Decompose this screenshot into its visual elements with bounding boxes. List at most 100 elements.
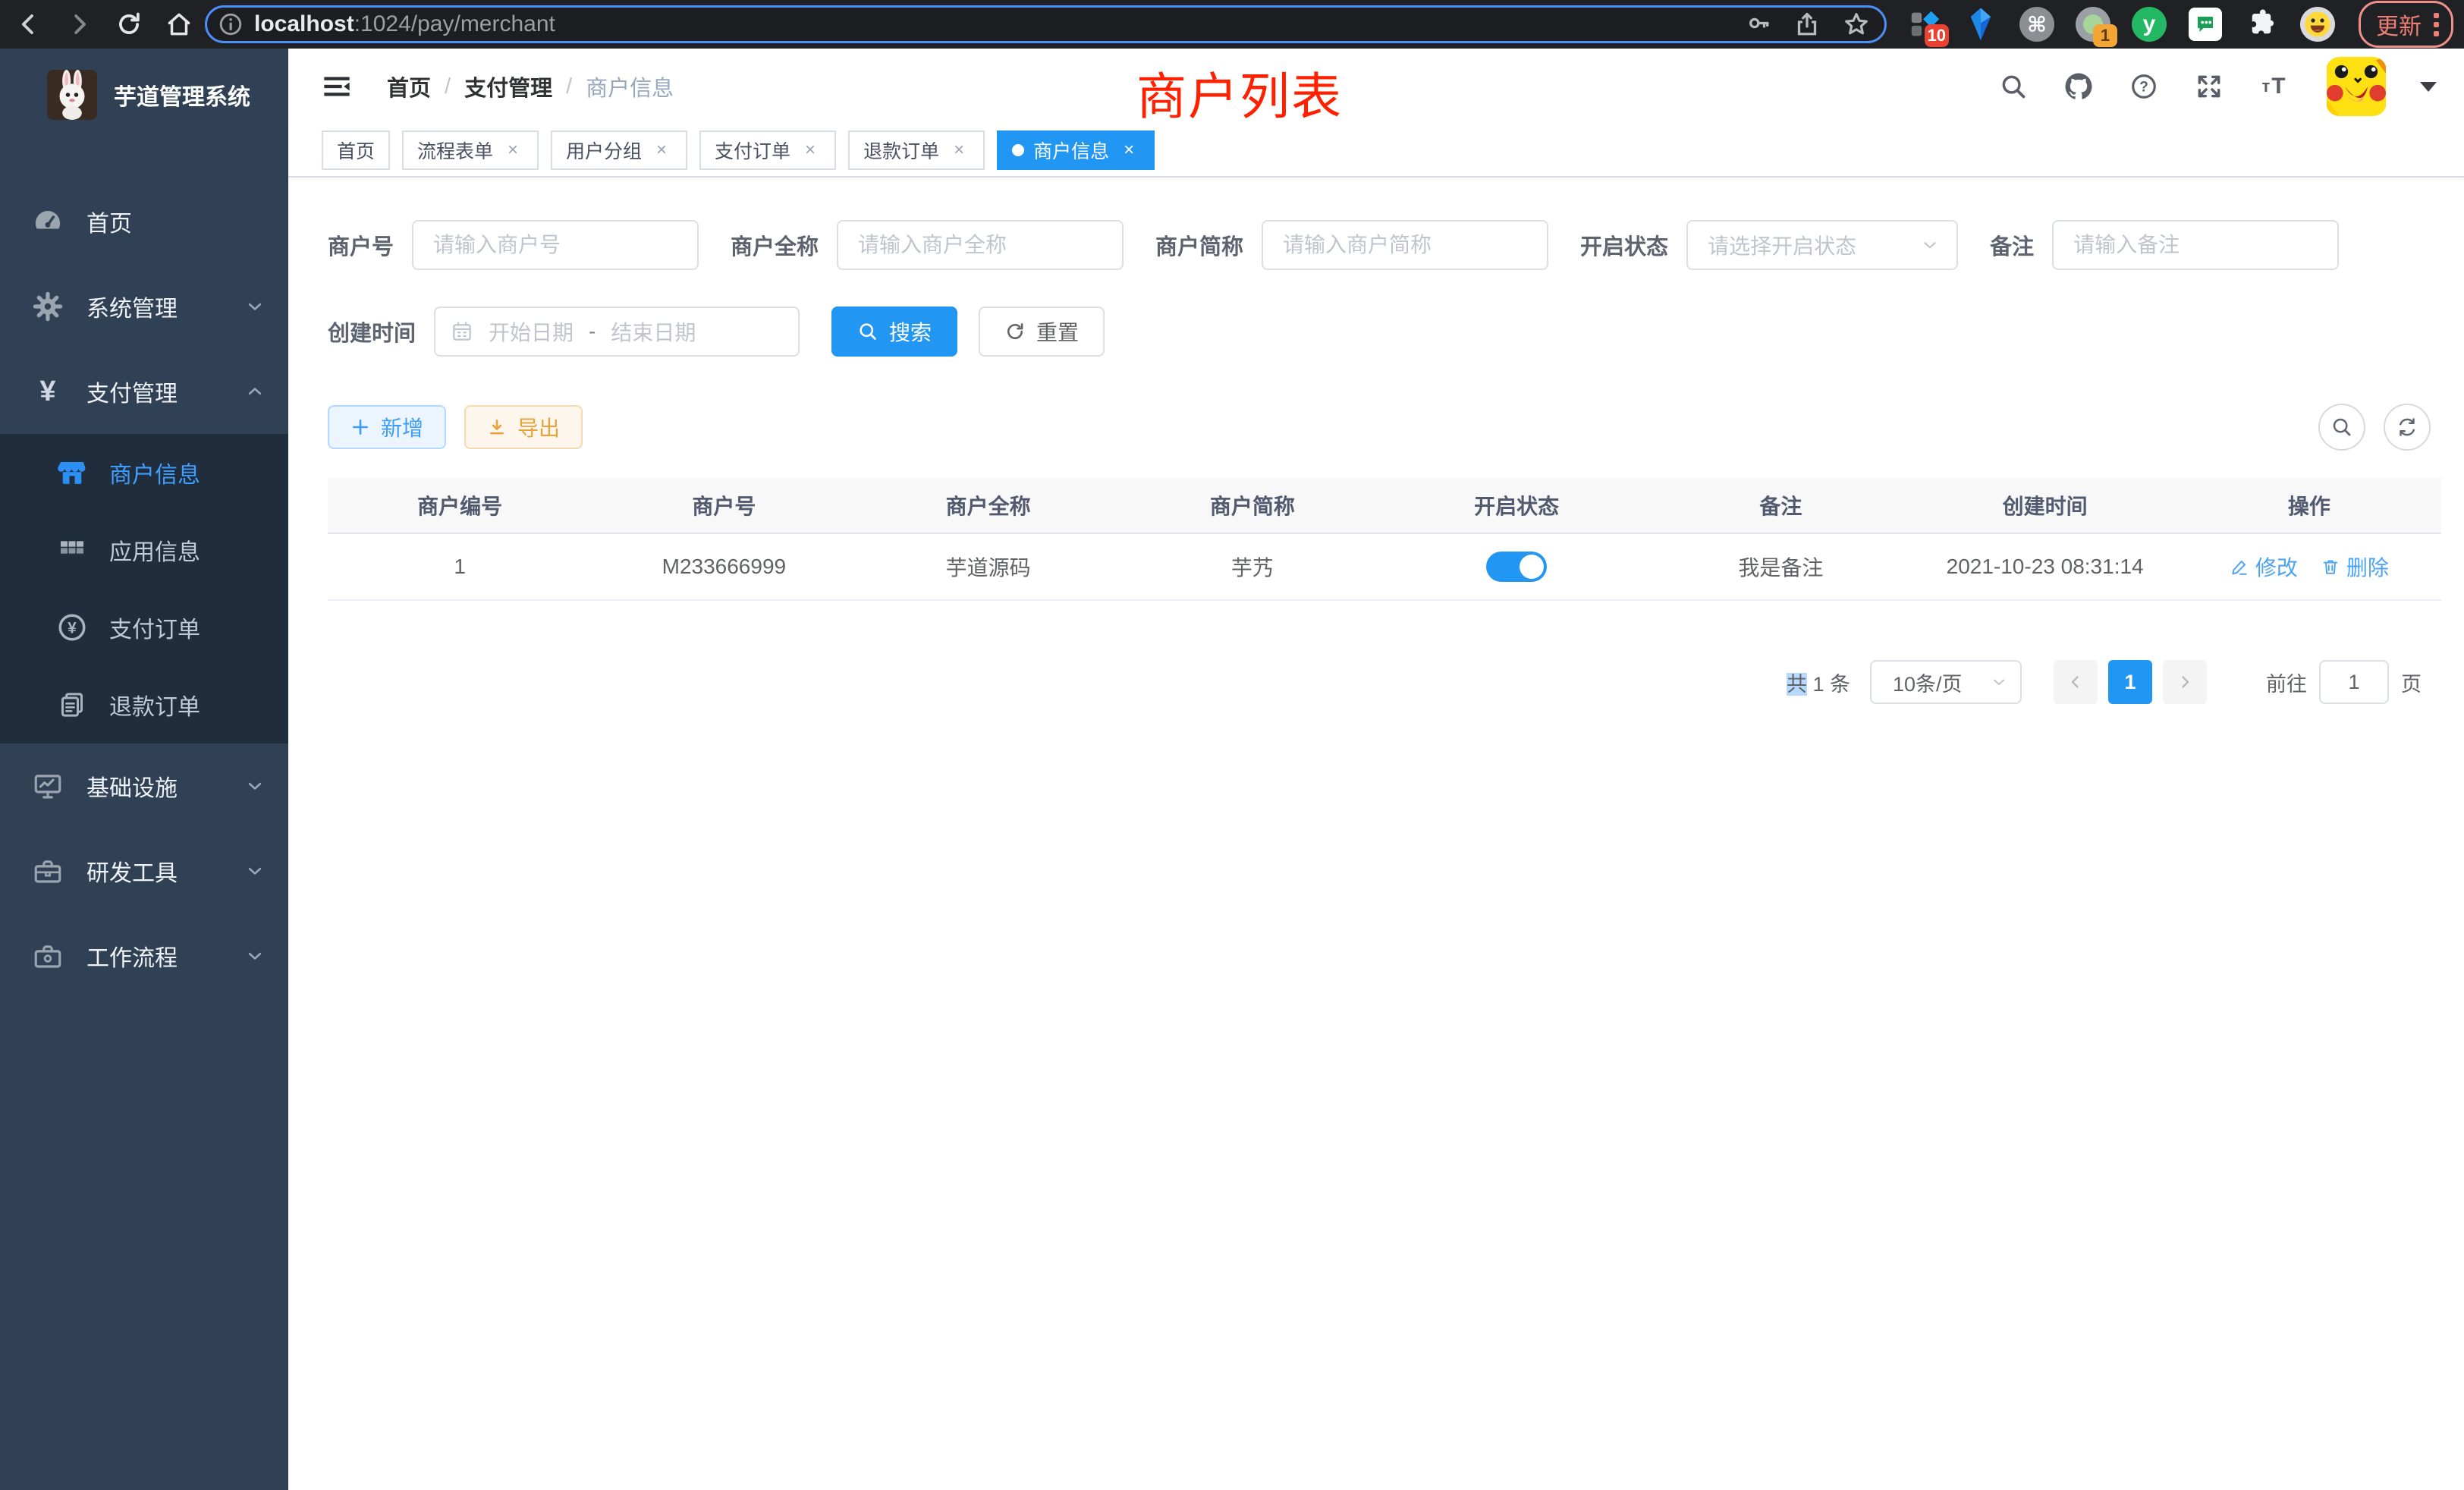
add-button[interactable]: 新增 [328,405,446,449]
sidebar-item-home[interactable]: 首页 [0,179,288,264]
remark-input[interactable] [2052,220,2339,270]
github-link-button[interactable] [2057,65,2100,108]
refresh-table-button[interactable] [2384,404,2431,451]
short-name-input[interactable] [1262,220,1548,270]
page-size-select[interactable]: 10条/页 [1870,660,2022,704]
status-select[interactable]: 请选择开启状态 [1686,220,1958,270]
yen-circle-icon: ¥ [55,611,90,643]
site-info-icon[interactable] [218,11,244,37]
sidebar-item-pay-orders[interactable]: ¥ 支付订单 [0,589,288,666]
tag-merchant-info[interactable]: 商户信息× [997,130,1155,170]
page-number-button[interactable]: 1 [2108,660,2152,704]
fullscreen-button[interactable] [2188,65,2230,108]
extension-chat-icon[interactable] [2186,5,2225,44]
extension-y-icon[interactable]: y [2129,5,2169,44]
extension-shortcuts-icon[interactable]: ⌘ [2017,5,2057,44]
svg-text:?: ? [2139,80,2148,96]
export-button[interactable]: 导出 [464,405,583,449]
search-icon [1999,72,2028,101]
chevron-down-icon [1920,235,1940,255]
extension-badge: 1 [2093,24,2117,47]
goto-label: 前往 [2266,668,2307,697]
browser-menu-icon[interactable] [2434,13,2439,36]
column-header: 商户简称 [1120,478,1384,533]
browser-home-button[interactable] [164,9,194,39]
extension-gem-icon[interactable] [1961,5,2000,44]
chevron-right-icon [2176,673,2194,691]
browser-back-button[interactable] [14,9,44,39]
tag-pay-orders[interactable]: 支付订单× [699,130,836,170]
merchant-no-input[interactable] [412,220,699,270]
tag-refund-orders[interactable]: 退款订单 × [848,130,985,170]
tag-label: 用户分组 [566,137,642,164]
sidebar-item-app-info[interactable]: 应用信息 [0,511,288,589]
status-toggle[interactable] [1486,552,1547,582]
browser-profile-avatar[interactable] [2298,5,2337,44]
workflow-icon [30,940,65,972]
close-icon[interactable]: × [651,140,672,161]
font-size-button[interactable]: тT [2253,65,2296,108]
y-logo-icon: y [2132,7,2167,42]
search-button[interactable]: 搜索 [831,306,957,357]
close-icon[interactable]: × [800,140,821,161]
browser-extensions-button[interactable] [2242,5,2281,44]
url-path: :1024/pay/merchant [354,11,555,36]
browser-update-button[interactable]: 更新 [2359,1,2453,48]
reset-button[interactable]: 重置 [979,306,1105,357]
close-icon[interactable]: × [502,140,523,161]
column-header: 备注 [1648,478,1912,533]
github-icon [2063,71,2095,102]
next-page-button[interactable] [2163,660,2207,704]
tag-label: 流程表单 [417,137,493,164]
full-name-input[interactable] [837,220,1124,270]
tag-home[interactable]: 首页 [322,130,390,170]
tag-user-group[interactable]: 用户分组 × [551,130,687,170]
forward-icon [64,10,93,39]
sidebar-item-merchant-info[interactable]: 商户信息 [0,434,288,511]
share-icon[interactable] [1793,11,1821,38]
breadcrumb-payment[interactable]: 支付管理 [464,71,552,102]
export-button-label: 导出 [517,412,560,442]
sidebar-item-dev-tools[interactable]: 研发工具 [0,828,288,913]
command-icon: ⌘ [2019,7,2054,42]
prev-page-button[interactable] [2054,660,2098,704]
delete-link[interactable]: 删除 [2321,552,2389,582]
close-icon[interactable]: × [948,140,970,161]
tag-label: 退款订单 [863,137,939,164]
sidebar-logo-row[interactable]: 芋道管理系统 [0,49,288,141]
tag-process-form[interactable]: 流程表单 × [402,130,539,170]
breadcrumb-home[interactable]: 首页 [387,71,431,102]
sidebar-item-refund-orders[interactable]: 退款订单 [0,666,288,743]
close-icon[interactable]: × [1118,140,1139,161]
sidebar-collapse-button[interactable] [322,71,352,102]
browser-reload-button[interactable] [114,9,144,39]
reset-button-label: 重置 [1036,316,1079,347]
sidebar-item-payment[interactable]: ¥ 支付管理 [0,349,288,434]
address-bar[interactable]: localhost:1024/pay/merchant [205,5,1887,43]
merchant-table: 商户编号 商户号 商户全称 商户简称 开启状态 备注 创建时间 操作 1 M23… [328,478,2441,601]
create-time-range-picker[interactable]: 开始日期 - 结束日期 [434,306,800,357]
search-button-label: 搜索 [889,316,932,347]
edit-link[interactable]: 修改 [2230,552,2298,582]
sidebar-item-workflow[interactable]: 工作流程 [0,913,288,998]
goto-page-input[interactable] [2319,660,2389,704]
header-search-button[interactable] [1992,65,2035,108]
extension-profile-icon[interactable]: 1 [2073,5,2113,44]
user-avatar[interactable] [2326,57,2387,116]
help-doc-button[interactable]: ? [2123,65,2165,108]
table-row: 1 M233666999 芋道源码 芋艿 我是备注 2021-10-23 08:… [328,534,2441,601]
sidebar-item-label: 支付管理 [86,375,244,408]
bookmark-star-icon[interactable] [1842,10,1871,39]
chevron-left-icon [2066,673,2085,691]
extension-tab-manager-icon[interactable]: 10 [1905,5,1944,44]
avatar-dropdown-caret[interactable] [2420,82,2437,92]
sidebar-item-system[interactable]: 系统管理 [0,264,288,349]
sidebar-item-label: 研发工具 [86,854,244,888]
plus-icon [350,417,370,437]
password-key-icon[interactable] [1745,11,1772,38]
sidebar-item-infrastructure[interactable]: 基础设施 [0,743,288,828]
monitor-icon [30,770,65,802]
toggle-search-button[interactable] [2318,404,2365,451]
browser-forward-button[interactable] [64,9,94,39]
back-icon [14,10,43,39]
